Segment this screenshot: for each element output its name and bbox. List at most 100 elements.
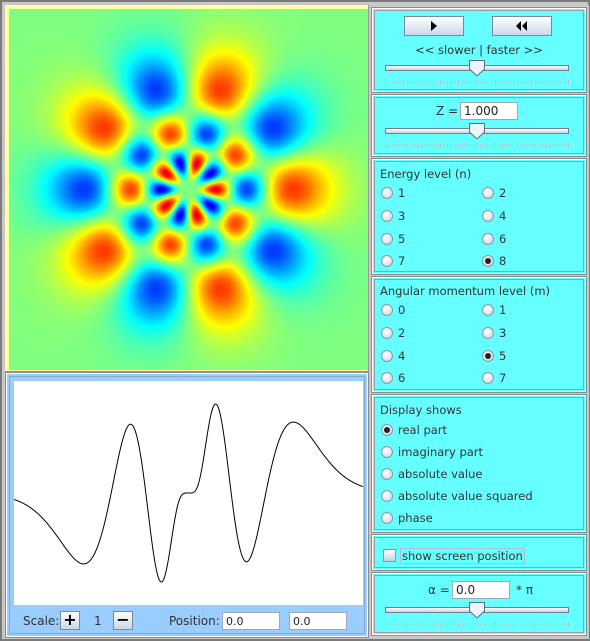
show-screen-position-label[interactable]: show screen position [400,548,525,564]
energy-radio-5[interactable]: 5 [381,232,405,246]
angular-radio-1[interactable]: 1 [482,303,506,317]
z-section-body: Z = [374,97,584,154]
display-radio-imaginary-part[interactable]: imaginary part [381,445,483,459]
radio-label: 5 [499,348,507,363]
alpha-input[interactable] [452,581,510,599]
alpha-pi-suffix: * π [516,583,534,597]
energy-radio-6[interactable]: 6 [482,232,506,246]
control-panel: << slower | faster >> Z = 1.000 Energy l… [369,5,589,639]
energy-radio-8[interactable]: 8 [482,254,506,268]
radio-circle-icon[interactable] [381,187,393,199]
display-radio-absolute-value[interactable]: absolute value [381,467,483,481]
radio-circle-icon[interactable] [482,187,494,199]
radio-circle-icon[interactable] [381,372,393,385]
radio-circle-icon[interactable] [381,232,393,245]
energy-level-section-body: Energy level (n) 1 2 3 4 5 6 7 8 [374,161,584,272]
radio-circle-icon[interactable] [381,424,393,436]
scale-label: Scale: [23,614,60,628]
speed-slider[interactable] [385,59,569,85]
alpha-slider[interactable] [385,601,569,627]
angular-radio-5[interactable]: 5 [482,349,506,363]
radio-circle-icon[interactable] [482,349,494,362]
radio-circle-icon[interactable] [381,349,393,362]
plot-panel-border: Scale: + 1 − Position: [5,372,369,638]
radio-label: imaginary part [398,445,484,459]
angular-radio-0[interactable]: 0 [381,303,405,317]
wavefunction-density-image[interactable] [9,9,368,370]
alpha-section-body: α = * π [374,575,584,633]
display-radio-absolute-value-squared[interactable]: absolute value squared [381,489,533,503]
angular-radio-2[interactable]: 2 [381,326,405,340]
radio-label: 7 [398,254,406,269]
slider-ticks [385,143,569,148]
energy-radio-1[interactable]: 1 [381,186,405,200]
screen-position-section-body: show screen position [374,537,584,568]
applet-window: Scale: + 1 − Position: 0.0 0.0 << slower… [0,0,590,641]
slider-thumb[interactable] [469,602,485,618]
plot-curve [14,403,363,583]
radio-label: 2 [398,325,406,340]
radio-circle-icon[interactable] [482,326,494,339]
radio-circle-icon[interactable] [381,304,393,316]
radio-label: 7 [499,371,507,386]
radio-label: 3 [398,208,406,223]
show-screen-position-checkbox[interactable] [383,549,396,562]
radio-label: phase [398,511,433,525]
radio-circle-icon[interactable] [381,255,393,268]
radio-circle-icon[interactable] [381,326,393,339]
radio-circle-icon[interactable] [482,372,494,385]
scale-plus-button[interactable]: + [60,611,80,630]
position-x-input[interactable] [222,612,280,630]
z-input[interactable] [460,102,518,120]
radio-circle-icon[interactable] [482,255,494,268]
angular-radio-6[interactable]: 6 [381,371,405,385]
radio-circle-icon[interactable] [381,512,393,524]
plot-controls: Scale: + 1 − Position: [10,609,364,633]
energy-radio-3[interactable]: 3 [381,209,405,223]
radio-circle-icon[interactable] [381,446,393,458]
play-icon [431,21,437,31]
radio-label: 0 [398,303,406,317]
radio-label: real part [398,423,448,437]
radio-circle-icon[interactable] [381,490,393,502]
radio-circle-icon[interactable] [482,304,494,316]
radio-circle-icon[interactable] [381,209,393,222]
slider-thumb[interactable] [469,123,485,139]
z-slider[interactable] [385,122,569,148]
animation-section: << slower | faster >> [371,7,587,93]
radio-label: 1 [499,303,507,317]
energy-radio-4[interactable]: 4 [482,209,506,223]
position-y-input[interactable] [289,612,347,630]
radio-label: absolute value squared [398,489,533,503]
slider-ticks [385,80,569,85]
angular-radio-3[interactable]: 3 [482,326,506,340]
radio-label: 2 [499,186,507,200]
z-label: Z = [436,104,459,118]
energy-radio-7[interactable]: 7 [381,254,405,268]
z-section: Z = [371,94,587,157]
angular-radio-4[interactable]: 4 [381,349,405,363]
wavefunction-image-panel [5,5,369,372]
radio-circle-icon[interactable] [482,232,494,245]
radio-label: 5 [398,231,406,246]
cross-section-plot-panel: Scale: + 1 − Position: [5,372,369,639]
radio-circle-icon[interactable] [482,209,494,222]
alpha-section: α = * π [371,572,587,636]
radio-label: 8 [499,254,507,269]
screen-position-section: show screen position [371,534,587,571]
display-radio-phase[interactable]: phase [381,511,433,525]
play-button[interactable] [404,16,464,36]
rewind-icon [516,21,527,31]
scale-minus-button[interactable]: − [113,611,133,630]
slider-ticks [385,622,569,627]
angular-radio-7[interactable]: 7 [482,371,506,385]
radio-circle-icon[interactable] [381,468,393,480]
energy-radio-2[interactable]: 2 [482,186,506,200]
slider-thumb[interactable] [469,60,485,76]
plot-panel-body: Scale: + 1 − Position: [9,376,365,634]
cross-section-plot [14,381,363,605]
rewind-button[interactable] [492,16,552,36]
display-radio-real-part[interactable]: real part [381,423,447,437]
display-mode-section-body: Display shows real part imaginary part abs… [374,397,584,530]
display-mode-title: Display shows [380,403,462,417]
